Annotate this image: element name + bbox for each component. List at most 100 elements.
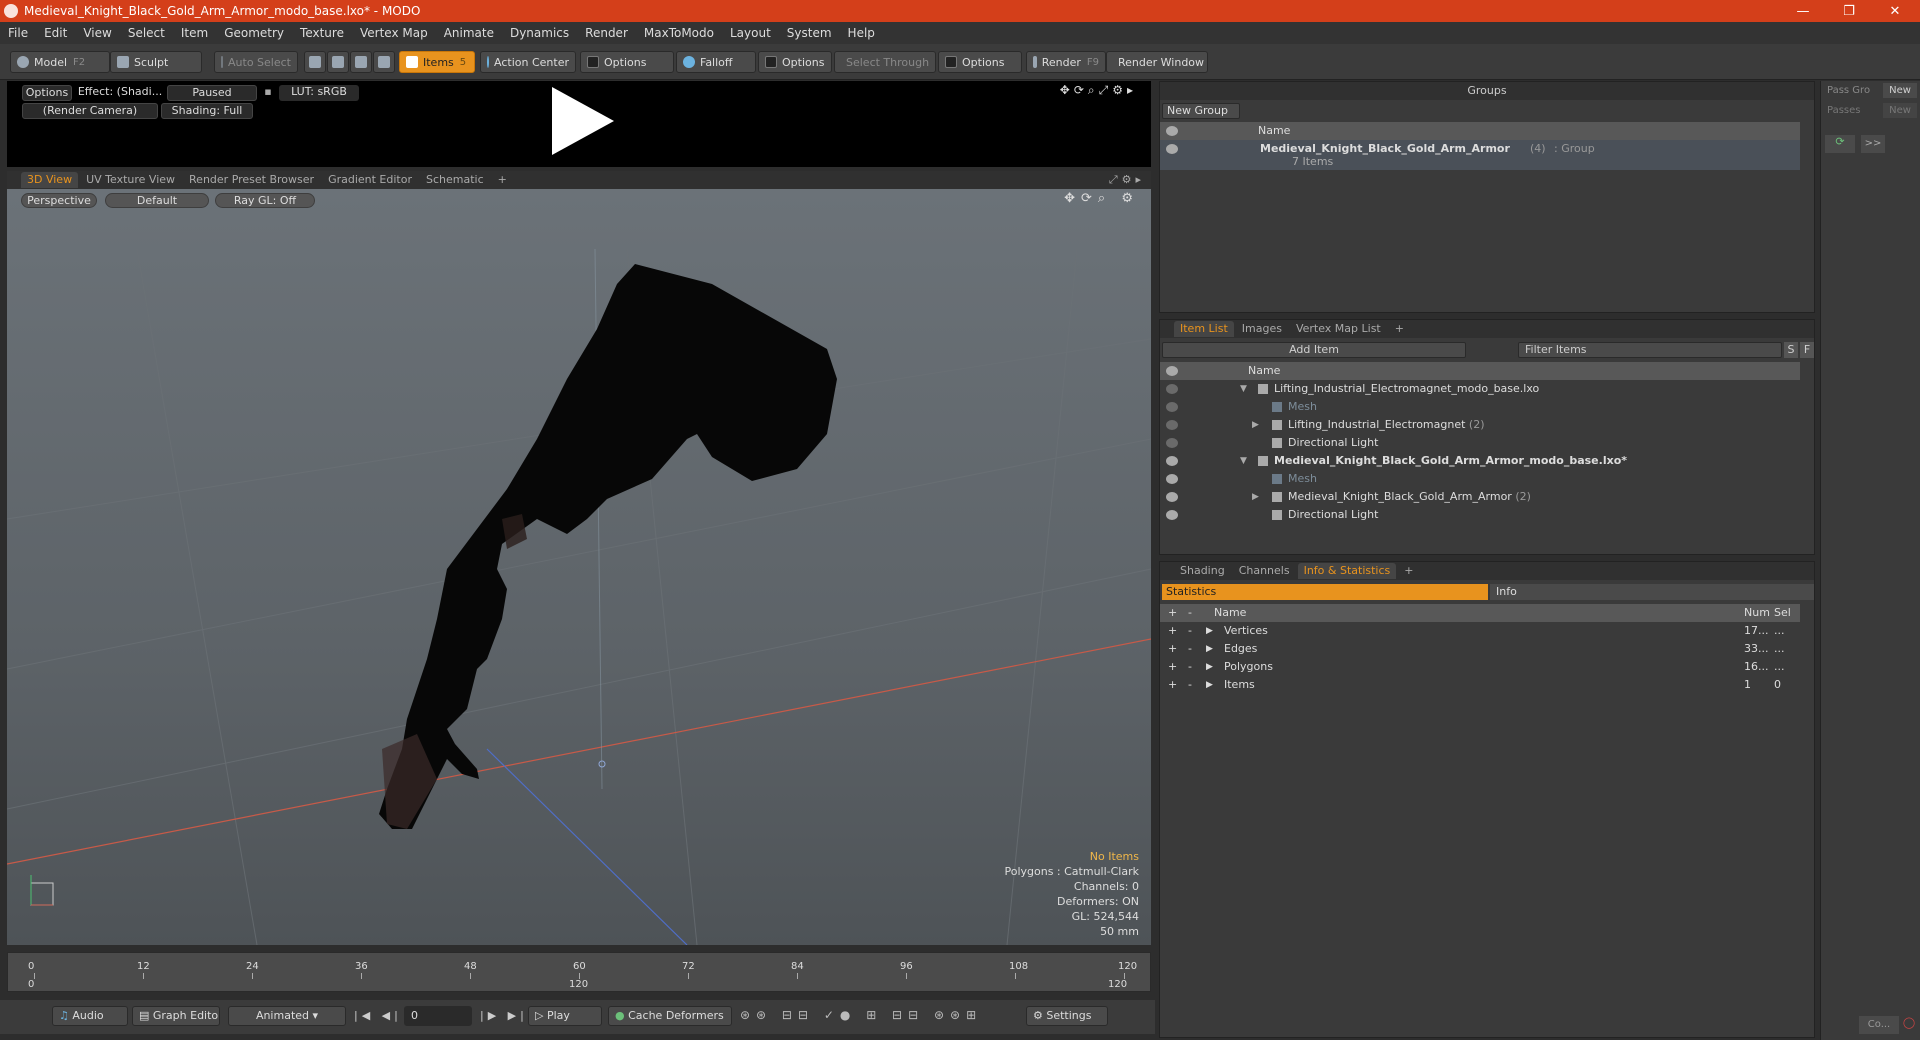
add-item-dropdown[interactable]: Add Item	[1162, 342, 1466, 358]
eye-icon[interactable]	[1166, 492, 1178, 502]
animated-dropdown[interactable]: Animated ▾	[228, 1006, 346, 1026]
menu-select[interactable]: Select	[120, 26, 173, 40]
menu-texture[interactable]: Texture	[292, 26, 352, 40]
lock-icon[interactable]: ▪	[261, 85, 275, 101]
viewport-nav-icons[interactable]: ✥⟳⌕ ⚙	[1064, 191, 1139, 206]
play-button[interactable]: ▷ Play	[528, 1006, 602, 1026]
preview-options-button[interactable]: Options	[22, 85, 72, 101]
item-list-row[interactable]: Directional Light	[1160, 506, 1800, 524]
forward-button[interactable]: >>	[1861, 135, 1885, 153]
item-list-row[interactable]: Directional Light	[1160, 434, 1800, 452]
s-button[interactable]: S	[1784, 342, 1798, 358]
tab-channels[interactable]: Channels	[1233, 563, 1296, 579]
minimize-button[interactable]: —	[1780, 0, 1826, 22]
collapse-all-icon[interactable]: -	[1188, 604, 1192, 622]
eye-icon[interactable]	[1166, 420, 1178, 430]
menu-system[interactable]: System	[779, 26, 840, 40]
stats-row[interactable]: + - ▶ Polygons 16......	[1160, 658, 1800, 676]
tab-vertex-map-list[interactable]: Vertex Map List	[1290, 321, 1387, 337]
eye-icon[interactable]	[1166, 402, 1178, 412]
tab-item-list[interactable]: Item List	[1174, 321, 1234, 337]
menu-help[interactable]: Help	[840, 26, 883, 40]
action-center-button[interactable]: Action Center	[480, 51, 576, 73]
audio-button[interactable]: ♫ Audio	[52, 1006, 128, 1026]
refresh-icon[interactable]: ⟳	[1825, 135, 1855, 153]
preview-nav-icons[interactable]: ✥⟳⌕⤢⚙▸	[1060, 83, 1137, 98]
transport-back-buttons[interactable]: |◀ ◀|	[354, 1009, 402, 1022]
menu-item[interactable]: Item	[173, 26, 216, 40]
chevron-right-icon[interactable]: ▶	[1206, 640, 1213, 658]
perspective-dropdown[interactable]: Perspective	[21, 193, 97, 208]
preview-paused-button[interactable]: Paused	[167, 85, 257, 101]
menu-file[interactable]: File	[0, 26, 36, 40]
chevron-down-icon[interactable]: ▼	[1240, 452, 1247, 470]
item-list-row[interactable]: Mesh	[1160, 398, 1800, 416]
new-pass-button[interactable]: New	[1883, 103, 1917, 118]
expand-all-icon[interactable]: +	[1168, 604, 1177, 622]
render-window-button[interactable]: Render Window	[1106, 51, 1208, 73]
shading-style-dropdown[interactable]: Default	[105, 193, 209, 208]
eye-icon[interactable]	[1166, 510, 1178, 520]
menu-render[interactable]: Render	[577, 26, 636, 40]
shading-dropdown[interactable]: Shading: Full	[161, 103, 253, 119]
f-button[interactable]: F	[1800, 342, 1814, 358]
render-camera-dropdown[interactable]: (Render Camera)	[22, 103, 158, 119]
eye-icon[interactable]	[1166, 474, 1178, 484]
timeline[interactable]: 0 12 24 36 48 60 72 84 96 108 120 0 120 120	[7, 952, 1151, 992]
settings-button[interactable]: ⚙ Settings	[1026, 1006, 1108, 1026]
menu-animate[interactable]: Animate	[436, 26, 502, 40]
items-mode-button[interactable]: Items 5	[399, 51, 475, 73]
chevron-right-icon[interactable]: ▶	[1206, 622, 1213, 640]
falloff-options-button[interactable]: Options	[758, 51, 832, 73]
model-mode-button[interactable]: Model F2	[10, 51, 110, 73]
filter-items-input[interactable]: Filter Items	[1518, 342, 1782, 358]
chevron-right-icon[interactable]: ▶	[1252, 488, 1259, 506]
edge-mode-button[interactable]	[327, 51, 349, 73]
tab-shading[interactable]: Shading	[1174, 563, 1231, 579]
lut-dropdown[interactable]: LUT: sRGB	[279, 85, 359, 101]
close-button[interactable]: ✕	[1872, 0, 1918, 22]
item-list-row[interactable]: Mesh	[1160, 470, 1800, 488]
collapse-icon[interactable]: -	[1188, 640, 1192, 658]
collapse-icon[interactable]: -	[1188, 622, 1192, 640]
menu-view[interactable]: View	[75, 26, 119, 40]
add-tab-button[interactable]: +	[1389, 321, 1410, 337]
render-button[interactable]: Render F9	[1026, 51, 1106, 73]
item-list-row[interactable]: ▶ Medieval_Knight_Black_Gold_Arm_Armor (2…	[1160, 488, 1800, 506]
menu-maxtomodo[interactable]: MaxToModo	[636, 26, 722, 40]
tab-render-preset-browser[interactable]: Render Preset Browser	[183, 172, 320, 188]
tab-schematic[interactable]: Schematic	[420, 172, 490, 188]
key-tool-icons[interactable]: ⊛⊛ ⊟⊟ ✓● ⊞ ⊟⊟ ⊛⊛⊞	[740, 1008, 982, 1022]
chevron-down-icon[interactable]: ▼	[1240, 380, 1247, 398]
chevron-right-icon[interactable]: ▶	[1206, 658, 1213, 676]
collapse-icon[interactable]: -	[1188, 676, 1192, 694]
co-button[interactable]: Co...	[1859, 1016, 1899, 1034]
vertex-mode-button[interactable]	[304, 51, 326, 73]
tab-info-statistics[interactable]: Info & Statistics	[1297, 563, 1397, 579]
maximize-button[interactable]: ❐	[1826, 0, 1872, 22]
menu-geometry[interactable]: Geometry	[216, 26, 292, 40]
knight-arm-armor-model[interactable]	[379, 264, 837, 829]
action-center-options-button[interactable]: Options	[580, 51, 674, 73]
tab-3d-view[interactable]: 3D View	[21, 172, 79, 188]
menu-layout[interactable]: Layout	[722, 26, 779, 40]
eye-icon[interactable]	[1166, 438, 1178, 448]
add-tab-button[interactable]: +	[1398, 563, 1419, 579]
menu-edit[interactable]: Edit	[36, 26, 75, 40]
menu-vertex-map[interactable]: Vertex Map	[352, 26, 436, 40]
collapse-icon[interactable]: -	[1188, 658, 1192, 676]
stats-row[interactable]: + - ▶ Vertices 17......	[1160, 622, 1800, 640]
play-icon[interactable]	[552, 87, 614, 155]
eye-icon[interactable]	[1166, 384, 1178, 394]
select-through-button[interactable]: Select Through	[834, 51, 936, 73]
eye-icon[interactable]	[1166, 456, 1178, 466]
auto-select-button[interactable]: Auto Select	[214, 51, 298, 73]
item-list-row[interactable]: ▼ Lifting_Industrial_Electromagnet_modo_b…	[1160, 380, 1800, 398]
material-mode-button[interactable]	[373, 51, 395, 73]
polygon-mode-button[interactable]	[350, 51, 372, 73]
record-icon[interactable]: ◯	[1901, 1016, 1917, 1034]
eye-icon[interactable]	[1166, 144, 1178, 154]
expand-icon[interactable]: +	[1168, 640, 1177, 658]
raygl-dropdown[interactable]: Ray GL: Off	[215, 193, 315, 208]
preview-effect-dropdown[interactable]: Effect: (Shadi...	[75, 85, 165, 101]
